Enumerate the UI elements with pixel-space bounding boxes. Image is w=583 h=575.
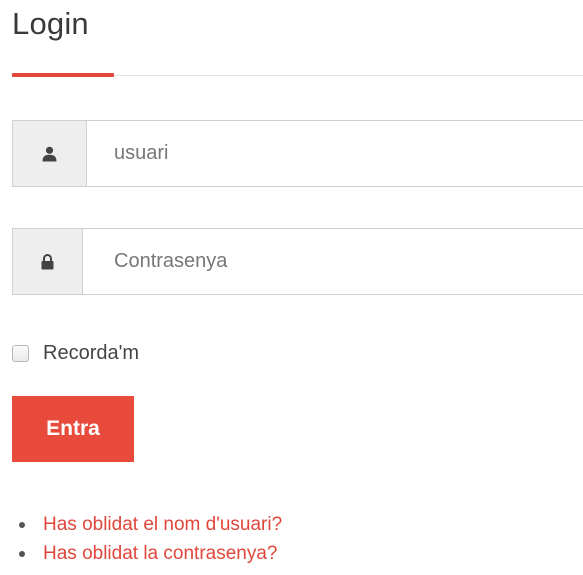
bullet-icon xyxy=(19,551,25,557)
user-icon xyxy=(13,121,87,186)
username-group xyxy=(12,120,583,187)
password-input[interactable] xyxy=(83,229,583,294)
help-links: Has oblidat el nom d'usuari? Has oblidat… xyxy=(12,510,282,568)
forgot-username-link[interactable]: Has oblidat el nom d'usuari? xyxy=(43,514,282,535)
list-item: Has oblidat la contrasenya? xyxy=(12,539,282,568)
username-input[interactable] xyxy=(87,121,583,186)
remember-checkbox[interactable] xyxy=(12,345,29,362)
login-page: Login Recorda'm Entra Has oblidat el nom… xyxy=(0,0,583,575)
list-item: Has oblidat el nom d'usuari? xyxy=(12,510,282,539)
remember-label: Recorda'm xyxy=(43,342,140,364)
title-accent-bar xyxy=(12,73,114,77)
page-title: Login xyxy=(12,6,89,41)
remember-me[interactable]: Recorda'm xyxy=(12,342,139,365)
bullet-icon xyxy=(19,522,25,528)
login-button[interactable]: Entra xyxy=(12,396,134,462)
lock-icon xyxy=(13,229,83,294)
forgot-password-link[interactable]: Has oblidat la contrasenya? xyxy=(43,543,277,564)
password-group xyxy=(12,228,583,295)
